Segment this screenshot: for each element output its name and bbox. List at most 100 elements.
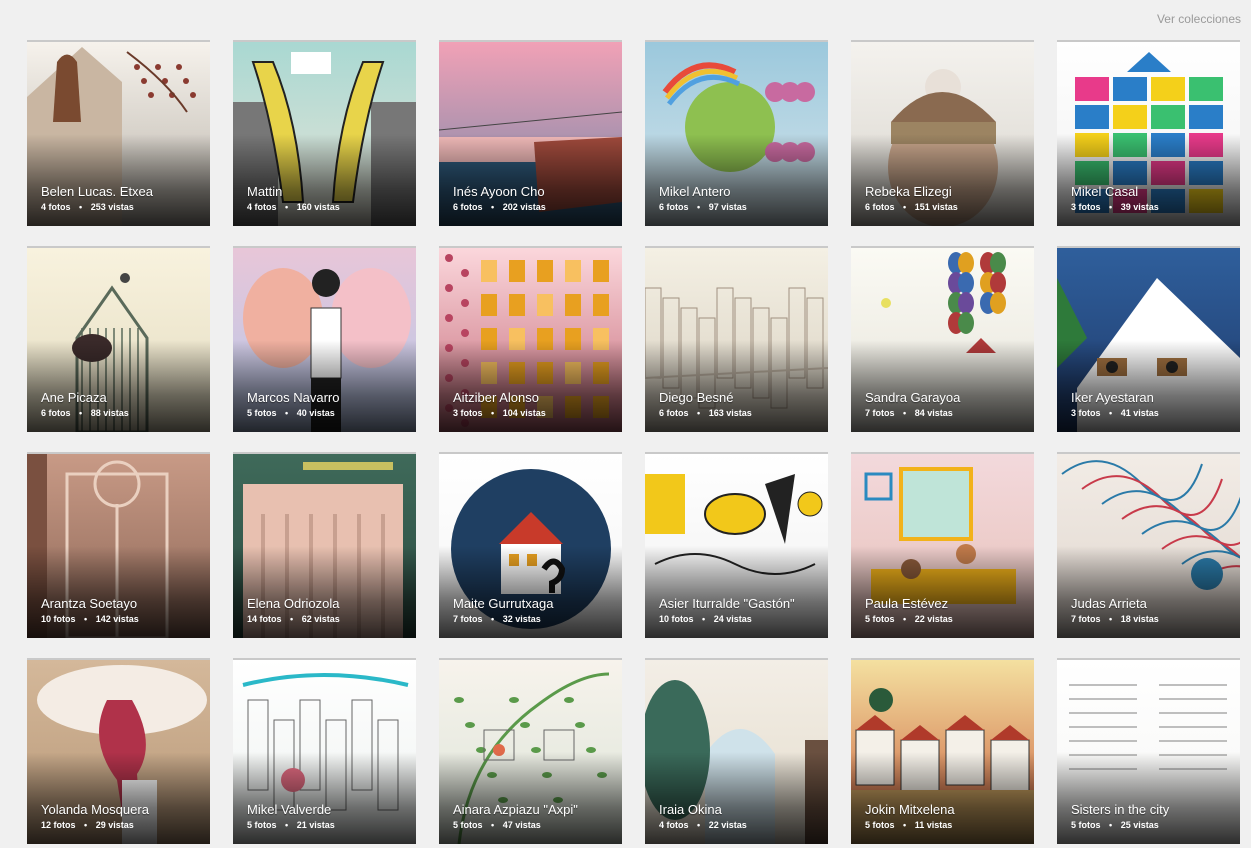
collection-info: Mikel Valverde 5 fotos • 21 vistas bbox=[247, 802, 410, 830]
collection-title: Mikel Antero bbox=[659, 184, 731, 199]
photo-unit: fotos bbox=[254, 408, 277, 418]
photo-count: 4 bbox=[659, 820, 665, 830]
view-count: 62 bbox=[301, 614, 312, 624]
view-unit: vistas bbox=[726, 614, 752, 624]
view-unit: vistas bbox=[108, 202, 134, 212]
collection-stats: 6 fotos • 151 vistas bbox=[865, 202, 1028, 212]
collection-card[interactable]: Iraia Okina 4 fotos • 22 vistas bbox=[645, 660, 828, 844]
photo-unit: fotos bbox=[671, 614, 694, 624]
collection-card[interactable]: Belen Lucas. Etxea 4 fotos • 253 vistas bbox=[27, 42, 210, 226]
view-unit: vistas bbox=[103, 408, 129, 418]
view-count: 22 bbox=[708, 820, 719, 830]
cover-gradient bbox=[645, 752, 828, 844]
view-count: 39 bbox=[1120, 202, 1131, 212]
collection-stats: 12 fotos • 29 vistas bbox=[41, 820, 204, 830]
photo-unit: fotos bbox=[48, 202, 71, 212]
photo-count: 6 bbox=[659, 202, 665, 212]
view-count: 151 bbox=[914, 202, 930, 212]
photo-unit: fotos bbox=[259, 614, 282, 624]
view-unit: vistas bbox=[314, 614, 340, 624]
view-unit: vistas bbox=[926, 820, 953, 830]
view-count: 97 bbox=[708, 202, 719, 212]
photo-count: 3 bbox=[453, 408, 459, 418]
cover-gradient bbox=[233, 546, 416, 638]
collection-card[interactable]: Elena Odriozola 14 fotos • 62 vistas bbox=[233, 454, 416, 638]
photo-unit: fotos bbox=[254, 820, 277, 830]
collection-stats: 7 fotos • 32 vistas bbox=[453, 614, 616, 624]
separator-dot: • bbox=[1109, 820, 1113, 830]
collection-stats: 7 fotos • 18 vistas bbox=[1071, 614, 1234, 624]
collection-card[interactable]: Yolanda Mosquera 12 fotos • 29 vistas bbox=[27, 660, 210, 844]
collection-card[interactable]: Sisters in the city 5 fotos • 25 vistas bbox=[1057, 660, 1240, 844]
cover-gradient bbox=[27, 546, 210, 638]
collection-card[interactable]: Paula Estévez 5 fotos • 22 vistas bbox=[851, 454, 1034, 638]
view-collections-link[interactable]: Ver colecciones bbox=[1157, 12, 1241, 26]
collection-card[interactable]: Mikel Antero 6 fotos • 97 vistas bbox=[645, 42, 828, 226]
view-count: 41 bbox=[1120, 408, 1131, 418]
cover-gradient bbox=[27, 340, 210, 432]
collection-card[interactable]: Judas Arrieta 7 fotos • 18 vistas bbox=[1057, 454, 1240, 638]
collection-card[interactable]: Mattin 4 fotos • 160 vistas bbox=[233, 42, 416, 226]
collection-card[interactable]: Arantza Soetayo 10 fotos • 142 vistas bbox=[27, 454, 210, 638]
collection-title: Inés Ayoon Cho bbox=[453, 184, 545, 199]
collection-stats: 4 fotos • 160 vistas bbox=[247, 202, 410, 212]
collection-card[interactable]: Maite Gurrutxaga 7 fotos • 32 vistas bbox=[439, 454, 622, 638]
separator-dot: • bbox=[903, 202, 907, 212]
separator-dot: • bbox=[84, 820, 88, 830]
separator-dot: • bbox=[491, 202, 495, 212]
cover-gradient bbox=[645, 546, 828, 638]
collection-info: Asier Iturralde "Gastón" 10 fotos • 24 v… bbox=[659, 596, 822, 624]
collection-card[interactable]: Rebeka Elizegi 6 fotos • 151 vistas bbox=[851, 42, 1034, 226]
collection-card[interactable]: Mikel Casal 3 fotos • 39 vistas bbox=[1057, 42, 1240, 226]
collection-info: Yolanda Mosquera 12 fotos • 29 vistas bbox=[41, 802, 204, 830]
collection-info: Iraia Okina 4 fotos • 22 vistas bbox=[659, 802, 822, 830]
collection-title: Mattin bbox=[247, 184, 283, 199]
photo-count: 6 bbox=[453, 202, 459, 212]
collection-card[interactable]: Asier Iturralde "Gastón" 10 fotos • 24 v… bbox=[645, 454, 828, 638]
collection-title: Sisters in the city bbox=[1071, 802, 1170, 817]
view-unit: vistas bbox=[927, 614, 953, 624]
collection-card[interactable]: Ainara Azpiazu "Axpi" 5 fotos • 47 vista… bbox=[439, 660, 622, 844]
photo-unit: fotos bbox=[460, 820, 483, 830]
collection-stats: 6 fotos • 88 vistas bbox=[41, 408, 204, 418]
collection-title: Arantza Soetayo bbox=[41, 596, 138, 611]
photo-count: 10 bbox=[659, 614, 670, 624]
collection-card[interactable]: Sandra Garayoa 7 fotos • 84 vistas bbox=[851, 248, 1034, 432]
photo-count: 5 bbox=[247, 820, 253, 830]
collection-title: Sandra Garayoa bbox=[865, 390, 961, 405]
photo-unit: fotos bbox=[53, 820, 76, 830]
collection-title: Mikel Casal bbox=[1071, 184, 1139, 199]
collection-card[interactable]: Inés Ayoon Cho 6 fotos • 202 vistas bbox=[439, 42, 622, 226]
photo-count: 3 bbox=[1071, 408, 1077, 418]
collection-card[interactable]: Aitziber Alonso 3 fotos • 104 vistas bbox=[439, 248, 622, 432]
collection-card[interactable]: Ane Picaza 6 fotos • 88 vistas bbox=[27, 248, 210, 432]
photo-unit: fotos bbox=[666, 820, 689, 830]
collection-card[interactable]: Marcos Navarro 5 fotos • 40 vistas bbox=[233, 248, 416, 432]
separator-dot: • bbox=[903, 408, 907, 418]
collection-card[interactable]: Iker Ayestaran 3 fotos • 41 vistas bbox=[1057, 248, 1240, 432]
collection-card[interactable]: Mikel Valverde 5 fotos • 21 vistas bbox=[233, 660, 416, 844]
separator-dot: • bbox=[491, 614, 495, 624]
collection-stats: 5 fotos • 21 vistas bbox=[247, 820, 410, 830]
view-unit: vistas bbox=[1133, 614, 1159, 624]
collection-card[interactable]: Jokin Mitxelena 5 fotos • 11 vistas bbox=[851, 660, 1034, 844]
photo-count: 4 bbox=[247, 202, 253, 212]
cover-gradient bbox=[851, 340, 1034, 432]
separator-dot: • bbox=[697, 202, 701, 212]
collection-stats: 4 fotos • 22 vistas bbox=[659, 820, 822, 830]
view-unit: vistas bbox=[309, 408, 335, 418]
separator-dot: • bbox=[903, 614, 907, 624]
collection-title: Mikel Valverde bbox=[247, 802, 332, 817]
photo-count: 4 bbox=[41, 202, 47, 212]
collection-info: Inés Ayoon Cho 6 fotos • 202 vistas bbox=[453, 184, 616, 212]
view-count: 202 bbox=[502, 202, 518, 212]
view-unit: vistas bbox=[108, 820, 134, 830]
photo-unit: fotos bbox=[872, 408, 895, 418]
cover-gradient bbox=[645, 340, 828, 432]
view-count: 32 bbox=[502, 614, 513, 624]
collection-card[interactable]: Diego Besné 6 fotos • 163 vistas bbox=[645, 248, 828, 432]
photo-unit: fotos bbox=[666, 202, 689, 212]
view-unit: vistas bbox=[113, 614, 139, 624]
view-count: 88 bbox=[90, 408, 101, 418]
photo-count: 5 bbox=[247, 408, 253, 418]
